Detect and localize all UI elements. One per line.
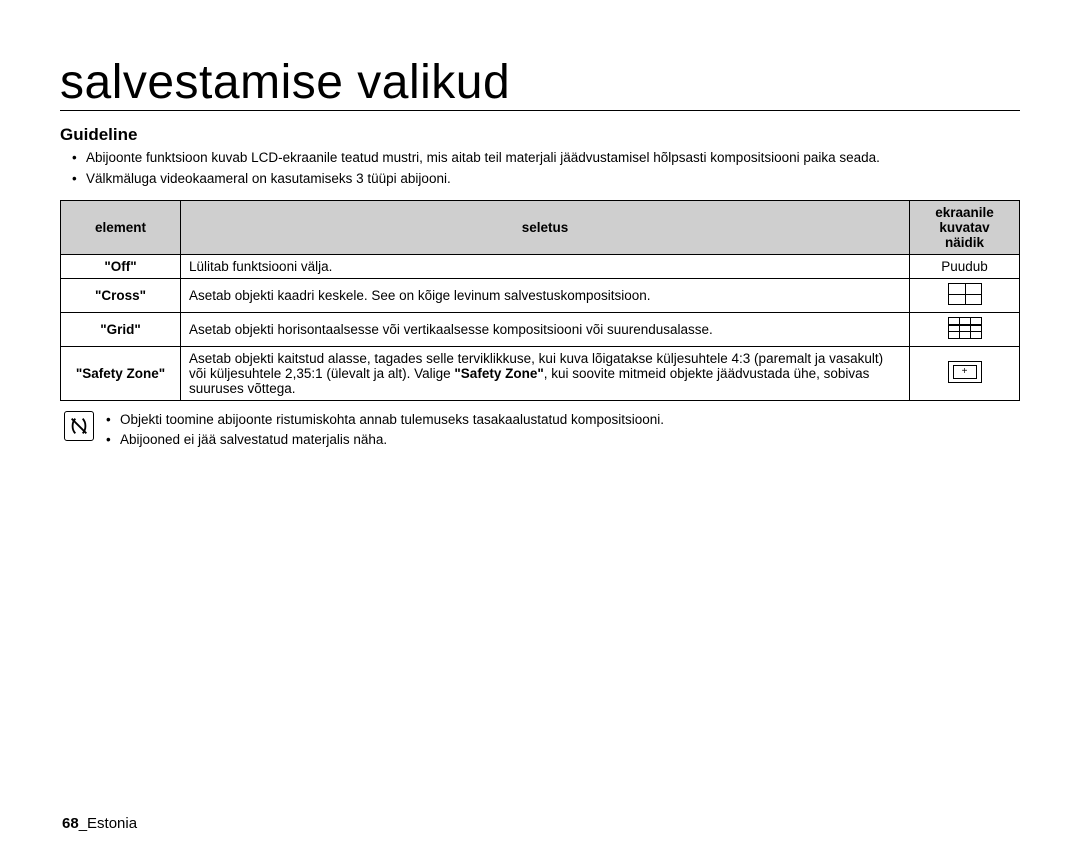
grid-icon xyxy=(948,317,982,339)
opt-key: "Grid" xyxy=(61,312,181,346)
opt-display xyxy=(910,278,1020,312)
intro-bullet-list: Abijoonte funktsioon kuvab LCD-ekraanile… xyxy=(60,149,1020,187)
table-row: "Cross" Asetab objekti kaadri keskele. S… xyxy=(61,278,1020,312)
page-footer: 68_Estonia xyxy=(62,815,137,832)
opt-desc: Lülitab funktsiooni välja. xyxy=(181,254,910,278)
page-number: 68 xyxy=(62,815,79,832)
opt-display xyxy=(910,312,1020,346)
opt-display: Puudub xyxy=(910,254,1020,278)
options-table: element seletus ekraanile kuvatav näidik… xyxy=(60,200,1020,401)
opt-desc: Asetab objekti horisontaalsesse või vert… xyxy=(181,312,910,346)
th-display: ekraanile kuvatav näidik xyxy=(910,200,1020,254)
cross-icon xyxy=(948,283,982,305)
opt-key: "Safety Zone" xyxy=(61,346,181,400)
th-element: element xyxy=(61,200,181,254)
opt-key: "Off" xyxy=(61,254,181,278)
note-bullet: Abijooned ei jää salvestatud materjalis … xyxy=(106,431,664,449)
safety-zone-icon: + xyxy=(948,361,982,383)
opt-desc: Asetab objekti kaitstud alasse, tagades … xyxy=(181,346,910,400)
section-heading-guideline: Guideline xyxy=(60,125,1020,145)
note-bullet-list: Objekti toomine abijoonte ristumiskohta … xyxy=(106,411,664,451)
note-icon xyxy=(64,411,94,441)
table-row: "Grid" Asetab objekti horisontaalsesse v… xyxy=(61,312,1020,346)
opt-desc-bold: "Safety Zone" xyxy=(454,366,543,381)
intro-bullet: Välkmäluga videokaameral on kasutamiseks… xyxy=(72,170,1020,188)
intro-bullet: Abijoonte funktsioon kuvab LCD-ekraanile… xyxy=(72,149,1020,167)
page-label: _Estonia xyxy=(79,815,137,832)
table-row: "Off" Lülitab funktsiooni välja. Puudub xyxy=(61,254,1020,278)
opt-desc: Asetab objekti kaadri keskele. See on kõ… xyxy=(181,278,910,312)
opt-key: "Cross" xyxy=(61,278,181,312)
table-row: "Safety Zone" Asetab objekti kaitstud al… xyxy=(61,346,1020,400)
opt-display: + xyxy=(910,346,1020,400)
page-title: salvestamise valikud xyxy=(60,58,1020,111)
th-seletus: seletus xyxy=(181,200,910,254)
note-block: Objekti toomine abijoonte ristumiskohta … xyxy=(60,411,1020,451)
note-bullet: Objekti toomine abijoonte ristumiskohta … xyxy=(106,411,664,429)
